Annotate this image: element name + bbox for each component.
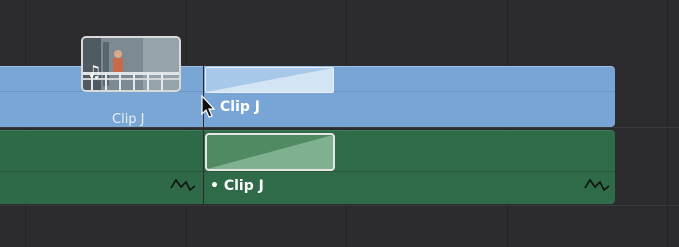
video-fade-ramp (206, 68, 333, 92)
video-clip-right-label: Clip J (220, 99, 260, 115)
video-clip-left-label: Clip J (112, 112, 145, 127)
audio-waveform-icon[interactable] (584, 176, 610, 192)
grid-line (667, 0, 668, 247)
dragged-clip-thumbnail[interactable]: ♫ (81, 36, 181, 92)
music-note-icon: ♫ (87, 62, 102, 81)
audio-waveform-icon[interactable] (170, 176, 196, 192)
audio-clip-left[interactable] (0, 130, 203, 204)
mouse-pointer-icon (201, 95, 216, 118)
timeline[interactable]: Clip J Clip J ♫ • Clip J (0, 0, 679, 247)
audio-transition-box[interactable] (205, 133, 335, 171)
audio-clip-divider (204, 171, 615, 172)
audio-clip-label: • Clip J (210, 178, 264, 194)
track-divider (0, 205, 679, 206)
track-divider (0, 127, 679, 128)
video-transition-box[interactable] (205, 67, 334, 93)
audio-clip-divider (0, 171, 203, 172)
audio-fade-ramp (207, 135, 333, 169)
